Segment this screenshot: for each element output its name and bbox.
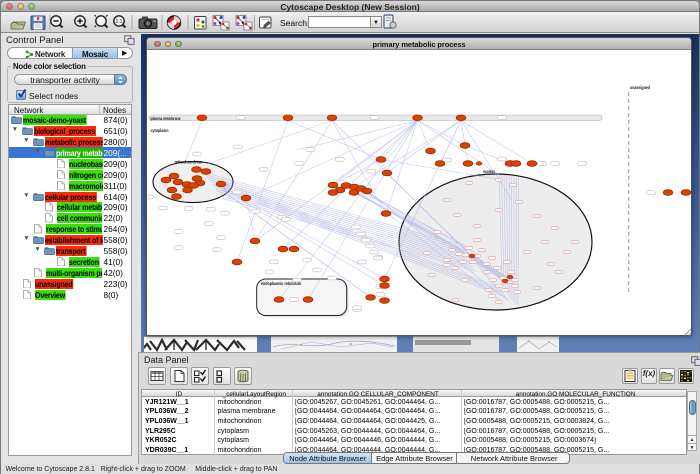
svg-text:1:1: 1:1	[116, 19, 123, 25]
svg-text:mitochondrion: mitochondrion	[175, 160, 203, 166]
svg-text:nucleus: nucleus	[483, 169, 495, 175]
svg-text:unassigned: unassigned	[630, 85, 650, 90]
svg-text:plasma membrane: plasma membrane	[151, 116, 181, 121]
svg-text:cytoplasm: cytoplasm	[151, 128, 169, 133]
